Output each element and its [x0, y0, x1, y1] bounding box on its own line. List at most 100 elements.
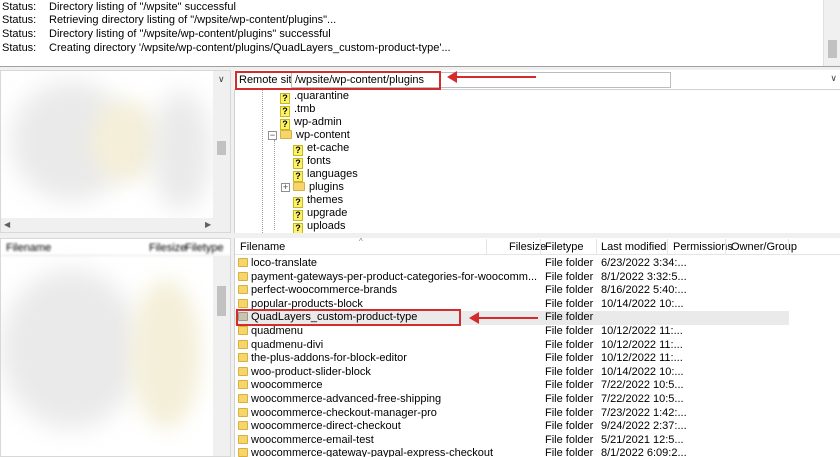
tree-node-label: .quarantine — [294, 90, 350, 102]
tree-node-label: wp-content — [296, 129, 350, 141]
file-name: woocommerce-checkout-manager-pro — [251, 406, 437, 419]
local-file-list[interactable]: Filename Filesize Filetype — [0, 238, 231, 457]
sort-arrow-icon: ^ — [359, 238, 363, 246]
file-name: loco-translate — [251, 257, 318, 269]
folder-icon — [238, 366, 248, 376]
file-type: File folder — [545, 338, 594, 351]
local-col-filesize[interactable]: Filesize — [149, 242, 186, 254]
tree-node[interactable]: ? fonts — [293, 155, 331, 169]
annotation-arrow-icon — [447, 71, 536, 83]
file-row[interactable]: quadmenu File folder 10/12/2022 11:... — [235, 325, 789, 339]
local-tree-scroll-thumb[interactable] — [217, 141, 226, 155]
file-row[interactable]: quadmenu-divi File folder 10/12/2022 11:… — [235, 339, 789, 353]
file-modified: 7/22/2022 10:5... — [601, 393, 684, 405]
local-col-filename[interactable]: Filename — [6, 242, 51, 254]
file-type: File folder — [545, 420, 594, 433]
file-name: woocommerce-advanced-free-shipping — [251, 393, 442, 405]
log-label: Status: — [2, 14, 37, 26]
file-row[interactable]: woocommerce-email-test File folder 5/21/… — [235, 434, 789, 448]
log-scrollbar[interactable] — [823, 0, 840, 66]
file-row[interactable]: woocommerce-direct-checkout File folder … — [235, 420, 789, 434]
folder-icon — [238, 394, 248, 403]
log-message: Creating directory '/wpsite/wp-content/p… — [49, 42, 451, 54]
file-row[interactable]: woocommerce-checkout-manager-pro File fo… — [235, 407, 789, 421]
question-folder-icon: ? — [293, 223, 303, 233]
local-col-filetype[interactable]: Filetype — [185, 242, 224, 254]
folder-icon — [238, 298, 248, 308]
tree-node[interactable]: ? languages — [293, 168, 358, 182]
tree-node-label: uploads — [307, 220, 346, 232]
file-type: File folder — [545, 379, 594, 392]
folder-icon — [238, 285, 248, 295]
file-name: payment-gateways-per-product-categories-… — [251, 270, 538, 283]
tree-node[interactable]: wp-content — [280, 129, 350, 142]
local-tree-scrollbar[interactable] — [213, 71, 230, 232]
file-name: quadmenu — [251, 325, 303, 337]
file-row[interactable]: woo-product-slider-block File folder 10/… — [235, 366, 789, 380]
file-row[interactable]: woocommerce File folder 7/22/2022 10:5..… — [235, 379, 789, 393]
file-row[interactable]: the-plus-addons-for-block-editor File fo… — [235, 352, 789, 366]
local-list-scrollbar[interactable] — [213, 256, 230, 456]
tree-node-label: .tmb — [294, 103, 316, 115]
file-row[interactable]: woocommerce-advanced-free-shipping File … — [235, 393, 789, 407]
local-list-scroll-thumb[interactable] — [217, 286, 226, 316]
log-message: Retrieving directory listing of "/wpsite… — [49, 14, 337, 26]
file-row[interactable]: perfect-woocommerce-brands File folder 8… — [235, 284, 789, 298]
file-name: quadmenu-divi — [251, 338, 324, 351]
col-filename[interactable]: Filename — [240, 241, 285, 253]
file-row[interactable]: payment-gateways-per-product-categories-… — [235, 271, 789, 285]
annotation-box-remote-path — [235, 71, 441, 90]
tree-node-label: upgrade — [307, 207, 348, 219]
local-directory-tree[interactable]: ◀ ▶ — [0, 70, 231, 233]
tree-node[interactable]: ? .quarantine — [280, 90, 350, 104]
folder-icon — [238, 448, 248, 457]
file-name: woocommerce-email-test — [251, 433, 374, 446]
scroll-left-icon[interactable]: ◀ — [4, 220, 10, 230]
file-type: File folder — [545, 352, 594, 365]
expand-icon[interactable]: + — [281, 183, 290, 192]
file-modified: 7/22/2022 10:5... — [601, 379, 684, 392]
remote-path-dropdown-icon[interactable]: ∨ — [830, 73, 837, 84]
file-modified: 10/12/2022 11:... — [601, 325, 683, 337]
file-row[interactable]: woocommerce-gateway-paypal-express-check… — [235, 447, 789, 457]
local-tree-hscrollbar[interactable]: ◀ ▶ — [1, 218, 215, 232]
file-name: popular-products-block — [251, 297, 363, 310]
scroll-right-icon[interactable]: ▶ — [205, 220, 211, 230]
local-site-dropdown-icon[interactable]: ∨ — [218, 74, 225, 85]
annotation-box-new-folder — [236, 309, 461, 326]
remote-file-list[interactable]: Filename ^ Filesize Filetype Last modifi… — [234, 238, 840, 457]
col-filetype[interactable]: Filetype — [545, 241, 584, 253]
tree-node-label: themes — [307, 194, 344, 206]
folder-icon — [293, 182, 305, 191]
folder-icon — [280, 130, 292, 139]
collapse-icon[interactable]: − — [268, 131, 277, 140]
file-name: the-plus-addons-for-block-editor — [251, 352, 407, 365]
remote-directory-tree[interactable]: ? .quarantine ? .tmb ? wp-admin − wp-conten… — [234, 90, 840, 233]
file-type: File folder — [545, 284, 594, 297]
file-modified: 10/14/2022 10:... — [601, 297, 684, 310]
file-type: File folder — [545, 406, 594, 419]
folder-icon — [238, 339, 248, 349]
col-permissions[interactable]: Permissions — [673, 241, 733, 253]
file-modified: 6/23/2022 3:34:... — [601, 257, 687, 269]
col-last-modified[interactable]: Last modified — [601, 241, 666, 253]
tree-node[interactable]: ? .tmb — [280, 103, 316, 117]
file-modified: 10/14/2022 10:... — [601, 365, 684, 378]
folder-icon — [238, 326, 248, 335]
tree-node[interactable]: ? uploads — [293, 220, 346, 233]
tree-node[interactable]: ? upgrade — [293, 207, 348, 221]
log-message: Directory listing of "/wpsite" successfu… — [49, 1, 236, 13]
file-list-header: Filename ^ Filesize Filetype Last modifi… — [235, 238, 840, 255]
tree-node[interactable]: ? wp-admin — [280, 116, 342, 130]
log-label: Status: — [2, 42, 37, 54]
folder-icon — [238, 434, 248, 444]
tree-node[interactable]: ? themes — [293, 194, 344, 208]
file-name: woo-product-slider-block — [251, 365, 371, 378]
file-name: woocommerce-direct-checkout — [251, 420, 401, 433]
file-row[interactable]: loco-translate File folder 6/23/2022 3:3… — [235, 257, 789, 271]
file-type: File folder — [545, 393, 594, 405]
file-name: woocommerce-gateway-paypal-express-check… — [251, 447, 494, 457]
tree-node[interactable]: ? et-cache — [293, 142, 349, 156]
log-scroll-thumb[interactable] — [828, 40, 837, 58]
tree-node-plugins[interactable]: plugins — [293, 181, 344, 194]
